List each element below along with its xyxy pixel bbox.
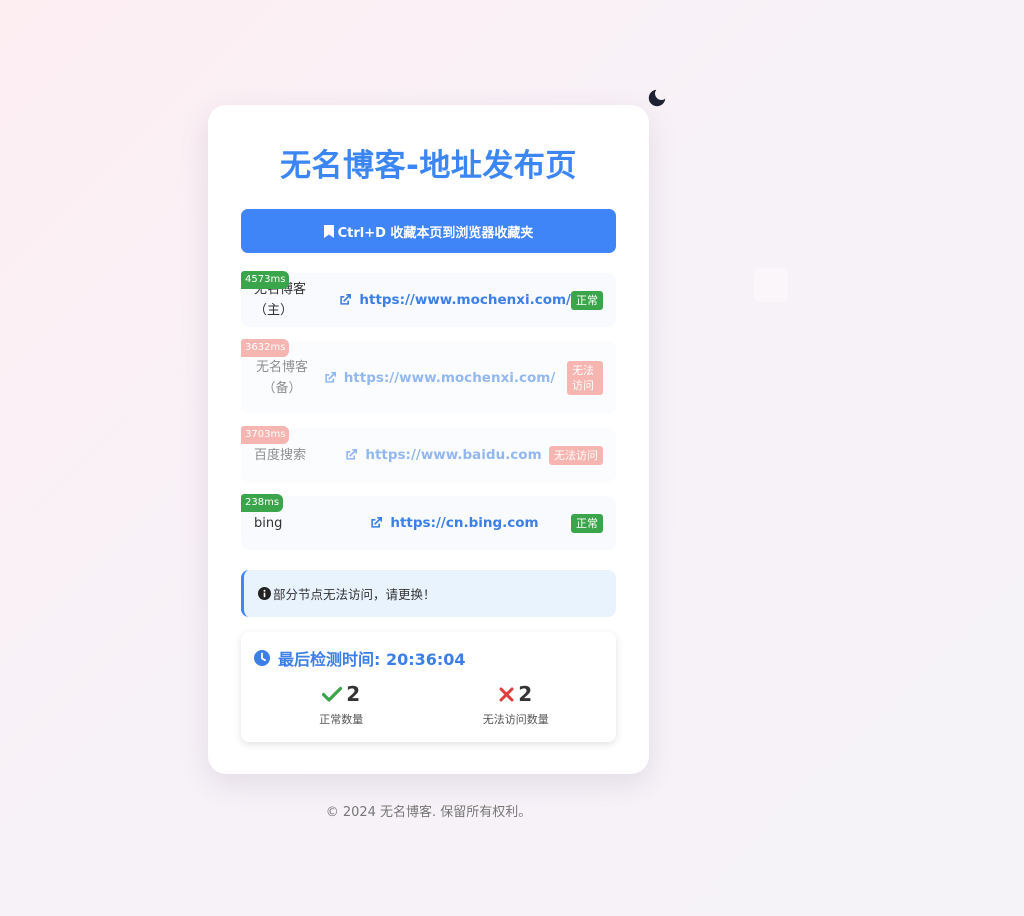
latency-badge: 3632ms: [241, 339, 290, 357]
node-name: 百度搜索: [254, 447, 307, 463]
cross-icon: [499, 687, 514, 701]
notice-banner: 部分节点无法访问，请更换！: [241, 570, 616, 617]
footer-copyright: © 2024 无名博客. 保留所有权利。: [325, 805, 532, 820]
fail-label: 无法访问数量: [482, 713, 549, 726]
status-badge: 正常: [571, 513, 603, 533]
ok-stat: 2 正常数量: [254, 682, 429, 727]
main-card: 无名博客-地址发布页 Ctrl+D 收藏本页到浏览器收藏夹 4573ms 无名博…: [208, 105, 649, 774]
fail-count: 2: [518, 682, 533, 706]
page-title: 无名博客-地址发布页: [280, 148, 577, 184]
status-badge: 无法访问: [567, 360, 603, 395]
node-link[interactable]: https://www.mochenxi.com/: [337, 292, 571, 308]
external-link-icon: [340, 294, 352, 305]
node-item: 3632ms 无名博客（备） https://www.mochenxi.com/…: [241, 339, 616, 414]
check-summary: 最后检测时间: 20:36:04 2 正常数量 2 无法访问数量: [241, 632, 616, 742]
node-link[interactable]: https://www.baidu.com: [336, 447, 549, 463]
fail-stat: 2 无法访问数量: [429, 682, 604, 727]
node-url: https://www.mochenxi.com/: [359, 292, 571, 308]
external-link-icon: [371, 517, 383, 528]
node-url: https://www.baidu.com: [365, 447, 542, 463]
external-link-icon: [346, 449, 358, 460]
node-item: 238ms bing https://cn.bing.com 正常: [241, 494, 616, 550]
status-badge: 正常: [571, 290, 603, 310]
latency-badge: 3703ms: [241, 426, 290, 444]
notice-text: 部分节点无法访问，请更换！: [273, 587, 436, 602]
clock-icon: [254, 650, 270, 666]
node-name: bing: [254, 515, 283, 531]
check-title: 最后检测时间: 20:36:04: [254, 648, 603, 669]
bookmark-button-label: Ctrl+D 收藏本页到浏览器收藏夹: [337, 225, 534, 241]
latency-badge: 4573ms: [241, 271, 290, 289]
last-check-time: 最后检测时间: 20:36:04: [278, 650, 466, 669]
bookmark-icon: [323, 224, 334, 238]
stats-row: 2 正常数量 2 无法访问数量: [254, 682, 603, 727]
node-name: 无名博客（备）: [255, 359, 308, 396]
moon-icon: [648, 89, 666, 107]
bookmark-button[interactable]: Ctrl+D 收藏本页到浏览器收藏夹: [241, 209, 616, 253]
node-item: 4573ms 无名博客（主） https://www.mochenxi.com/…: [241, 271, 616, 327]
ok-count: 2: [346, 682, 361, 706]
theme-toggle-button[interactable]: [644, 85, 670, 111]
node-link[interactable]: https://www.mochenxi.com/: [310, 370, 567, 386]
background-decoration: [754, 268, 788, 302]
info-icon: [258, 587, 271, 600]
latency-badge: 238ms: [241, 494, 284, 512]
node-item: 3703ms 百度搜索 https://www.baidu.com 无法访问: [241, 426, 616, 482]
external-link-icon: [325, 371, 336, 383]
node-url: https://cn.bing.com: [390, 515, 539, 531]
node-url: https://www.mochenxi.com/: [343, 369, 556, 386]
status-badge: 无法访问: [549, 445, 603, 465]
check-icon: [322, 686, 343, 702]
node-link[interactable]: https://cn.bing.com: [336, 515, 571, 531]
ok-label: 正常数量: [319, 713, 364, 726]
